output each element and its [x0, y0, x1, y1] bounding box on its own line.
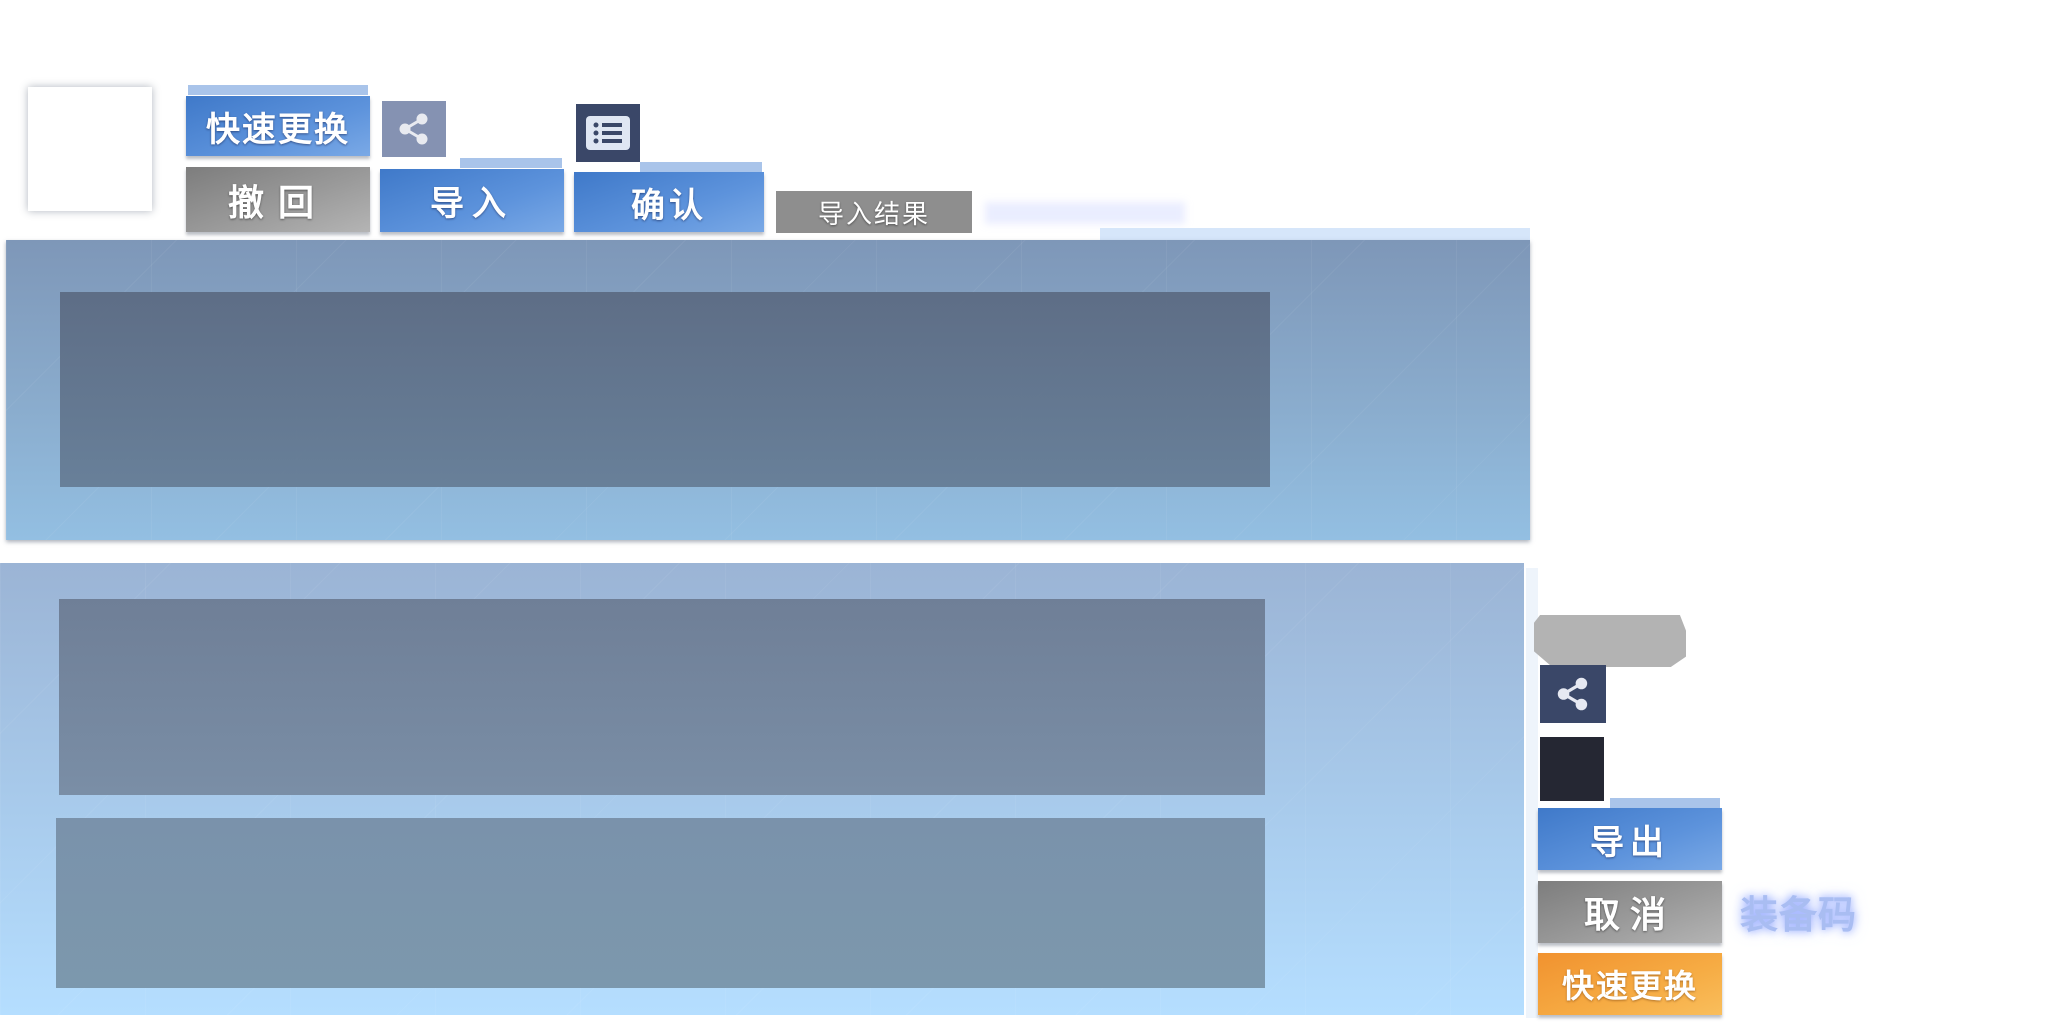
- list-button[interactable]: [576, 104, 640, 162]
- share-button[interactable]: [382, 101, 446, 157]
- avatar-card: [28, 87, 152, 211]
- gray-tag: [1534, 615, 1686, 667]
- dark-slot[interactable]: [1540, 737, 1604, 801]
- cancel-button[interactable]: 取消: [1538, 881, 1722, 943]
- list-icon: [586, 116, 630, 150]
- tab-accent: [640, 162, 762, 172]
- share-icon: [1557, 677, 1588, 711]
- tab-accent: [188, 85, 368, 95]
- export-button[interactable]: 导出: [1538, 808, 1722, 870]
- import-button[interactable]: 导入: [380, 169, 564, 232]
- confirm-button[interactable]: 确认: [574, 172, 764, 232]
- lower-panel: [0, 563, 1524, 1015]
- upper-slot[interactable]: [60, 292, 1270, 487]
- lower-slot-1[interactable]: [59, 599, 1265, 795]
- quick-replace-button[interactable]: 快速更换: [186, 96, 370, 156]
- equipment-code-label: 装备码: [1740, 893, 1858, 937]
- share-icon: [399, 113, 428, 145]
- undo-button[interactable]: 撤回: [186, 167, 370, 232]
- tab-accent: [460, 158, 562, 168]
- lower-slot-2[interactable]: [56, 818, 1265, 988]
- tab-accent: [1610, 798, 1720, 808]
- faint-highlight: [985, 202, 1185, 224]
- quick-replace-side-button[interactable]: 快速更换: [1538, 953, 1722, 1015]
- side-share-button[interactable]: [1540, 665, 1606, 723]
- upper-panel: [6, 240, 1530, 540]
- panel-border: [1100, 228, 1530, 240]
- import-result-button[interactable]: 导入结果: [776, 191, 972, 233]
